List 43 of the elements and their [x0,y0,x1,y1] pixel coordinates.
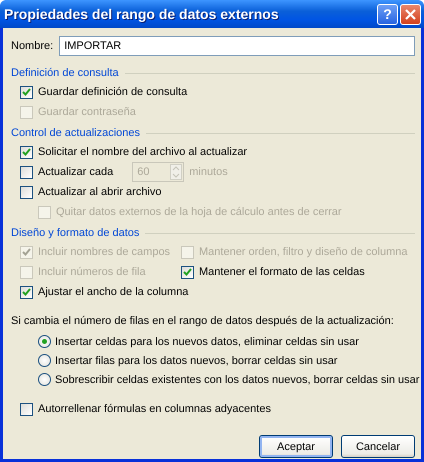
section-title: Control de actualizaciones [11,127,140,139]
checkbox[interactable] [20,146,33,158]
radio-label: Insertar celdas para los nuevos datos, eliminar celdas sin usar [55,336,359,348]
cancel-button[interactable]: Cancelar [341,435,415,458]
name-field[interactable]: IMPORTAR [59,36,415,56]
close-button[interactable] [400,4,421,24]
close-icon [405,8,416,20]
checkbox[interactable] [20,166,33,178]
checkbox-label: Guardar contraseña [38,106,136,118]
section-title: Definición de consulta [11,67,119,79]
checkbox-label: Solicitar el nombre del archivo al actualizar [38,146,248,158]
window-title: Propiedades del rango de datos externos [4,6,279,22]
radio-label: Insertar filas para los datos nuevos, borrar celdas sin usar [55,354,338,366]
check-icon [22,248,31,256]
section-title: Diseño y formato de datos [11,227,140,239]
ok-button[interactable]: Aceptar [259,435,333,458]
checkbox[interactable] [20,186,33,198]
checkbox-label: Guardar definición de consulta [38,86,188,98]
check-icon [22,88,31,96]
checkbox[interactable] [181,266,194,278]
check-icon [22,148,31,156]
check-icon [22,288,31,296]
checkbox-label: Quitar datos externos de la hoja de cálculo antes de cerrar [56,206,342,218]
unit-label: minutos [189,166,228,178]
name-label: Nombre: [11,40,54,52]
spinner-icon [170,164,182,180]
checkbox-label: Actualizar al abrir archivo [38,186,162,198]
radio-button[interactable] [38,354,51,367]
checkbox-label: Autorrellenar fórmulas en columnas adyacentes [38,403,271,415]
checkbox[interactable] [20,402,33,416]
checkbox-label: Incluir números de fila [38,266,146,278]
checkbox-label: Mantener el formato de las celdas [199,266,365,278]
check-icon [183,268,192,276]
checkbox-label: Actualizar cada [38,166,114,178]
checkbox[interactable] [20,86,33,98]
radio-button[interactable] [38,335,51,348]
checkbox-label: Incluir nombres de campos [38,246,170,258]
prompt-text: Si cambia el número de filas en el rango de datos después de la actualización: [11,314,394,328]
checkbox[interactable] [20,286,33,298]
radio-label: Sobrescribir celdas existentes con los datos nuevos, borrar celdas sin usar [55,374,420,386]
checkbox-label: Ajustar el ancho de la columna [38,286,188,298]
radio-button[interactable] [38,373,51,386]
checkbox-label: Mantener orden, filtro y diseño de columna [199,246,408,258]
